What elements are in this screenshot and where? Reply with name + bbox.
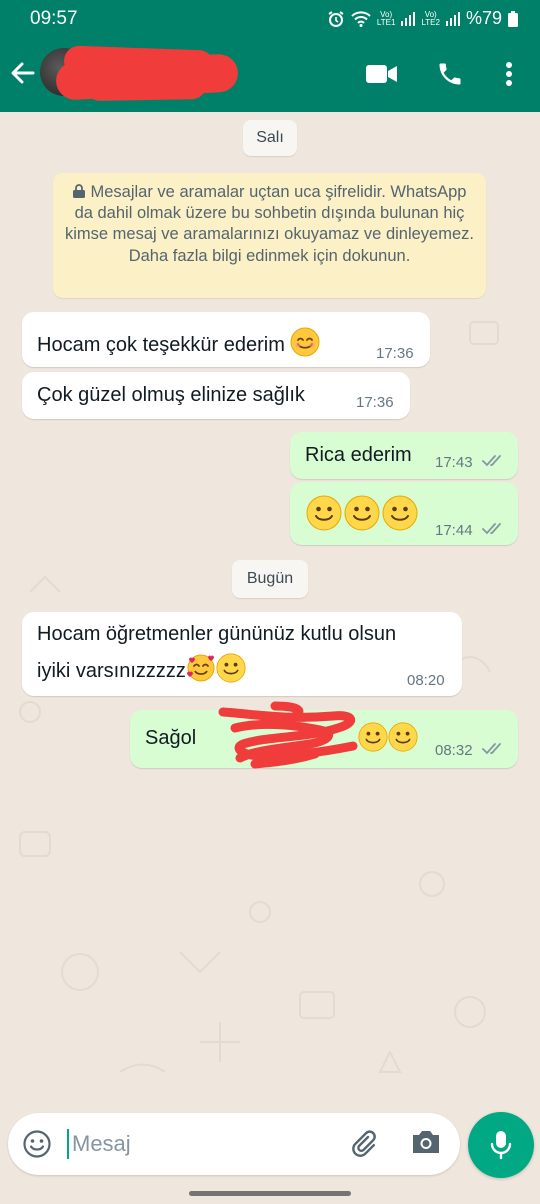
message-text: Rica ederim <box>305 444 412 466</box>
message-composer <box>8 1113 460 1175</box>
voice-call-button[interactable] <box>434 58 466 90</box>
message-text: Çok güzel olmuş elinize sağlık <box>37 384 305 406</box>
slightly-smiling-face-icon <box>216 653 246 683</box>
contact-name-redacted[interactable] <box>55 44 239 104</box>
back-arrow-icon <box>11 62 35 84</box>
message-time: 17:43 <box>435 454 473 471</box>
message-time: 17:36 <box>376 345 414 362</box>
wifi-icon <box>351 10 371 27</box>
message-text: Hocam çok teşekkür ederim <box>37 334 285 356</box>
emoji-icon <box>23 1130 51 1158</box>
message-time: 17:44 <box>435 522 473 539</box>
status-bar: 09:57 Vo) LTE1 Vo) LTE2 %79 <box>0 0 540 36</box>
sim2-label: Vo) LTE2 <box>421 9 440 27</box>
emoji-group <box>358 722 418 752</box>
read-ticks-icon <box>482 743 501 755</box>
message-text: iyiki varsınızzzzz <box>37 660 186 682</box>
message-outgoing[interactable]: Rica ederim 17:43 <box>290 432 518 479</box>
battery-icon <box>508 10 518 27</box>
encryption-notice-text: Mesajlar ve aramalar uçtan uca şifrelidi… <box>65 183 474 265</box>
message-time: 17:36 <box>356 394 394 411</box>
message-input[interactable] <box>72 1127 332 1161</box>
sim1-label: Vo) LTE1 <box>376 9 396 27</box>
emoji-button[interactable] <box>22 1129 52 1159</box>
message-time: 08:20 <box>407 672 445 689</box>
battery-percent: %79 <box>465 8 502 28</box>
more-options-icon <box>506 62 512 86</box>
signal-icon <box>401 11 416 26</box>
encryption-notice[interactable]: Mesajlar ve aramalar uçtan uca şifrelidi… <box>53 173 486 298</box>
alarm-icon <box>328 10 344 27</box>
message-text: Sağol <box>145 727 197 749</box>
video-call-button[interactable] <box>366 58 398 90</box>
mic-icon <box>490 1131 512 1160</box>
lock-icon <box>72 184 85 198</box>
home-indicator[interactable] <box>189 1191 351 1196</box>
smiling-face-icon <box>290 327 320 357</box>
date-separator: Salı <box>243 120 297 156</box>
date-separator: Bugün <box>232 560 308 598</box>
voice-record-button[interactable] <box>468 1112 534 1178</box>
voice-call-icon <box>439 63 461 85</box>
chat-area[interactable]: Salı Mesajlar ve aramalar uçtan uca şifr… <box>0 112 540 1112</box>
read-ticks-icon <box>482 455 501 467</box>
camera-icon <box>413 1131 439 1153</box>
more-options-button[interactable] <box>493 58 525 90</box>
redaction-scribble <box>218 701 358 769</box>
camera-button[interactable] <box>410 1128 442 1160</box>
message-incoming[interactable]: Hocam çok teşekkür ederim 17:36 <box>22 312 430 367</box>
video-call-icon <box>366 65 397 83</box>
message-time: 08:32 <box>435 742 473 759</box>
signal-icon <box>445 11 460 26</box>
status-time: 09:57 <box>30 8 78 29</box>
slightly-smiling-face-icon <box>382 495 418 531</box>
status-icons: Vo) LTE1 Vo) LTE2 %79 <box>327 8 518 29</box>
message-text: Hocam öğretmenler gününüz kutlu olsun <box>37 623 397 645</box>
back-button[interactable] <box>8 58 38 88</box>
slightly-smiling-face-icon <box>306 495 342 531</box>
message-outgoing[interactable]: 17:44 <box>290 482 518 545</box>
chat-header <box>0 36 540 112</box>
read-ticks-icon <box>482 523 501 535</box>
emoji-message <box>306 495 420 537</box>
text-cursor <box>67 1129 69 1159</box>
slightly-smiling-face-icon <box>344 495 380 531</box>
message-incoming[interactable]: Çok güzel olmuş elinize sağlık 17:36 <box>22 372 410 419</box>
attach-icon <box>352 1130 376 1157</box>
system-nav-bar <box>0 1183 540 1204</box>
message-incoming[interactable]: Hocam öğretmenler gününüz kutlu olsun iy… <box>22 612 462 696</box>
slightly-smiling-face-icon <box>388 722 418 752</box>
attach-button[interactable] <box>348 1128 380 1160</box>
smiling-face-with-hearts-icon <box>186 654 215 682</box>
